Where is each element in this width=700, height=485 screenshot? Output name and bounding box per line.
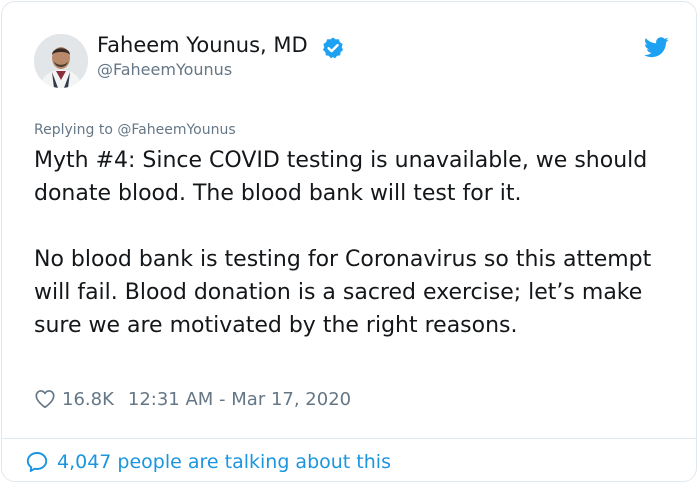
heart-outline-icon[interactable] — [34, 388, 56, 410]
like-count[interactable]: 16.8K — [62, 389, 114, 410]
tweet-meta: 16.8K 12:31 AM - Mar 17, 2020 — [34, 386, 351, 412]
twitter-bird-icon[interactable] — [644, 37, 669, 58]
tweet-card: Faheem Younus, MD @FaheemYounus Replying… — [1, 1, 697, 482]
tweet-paragraph-1: Myth #4: Since COVID testing is unavaila… — [34, 148, 648, 206]
replying-to: Replying to @FaheemYounus — [34, 122, 236, 138]
author-name[interactable]: Faheem Younus, MD — [97, 33, 308, 57]
verified-badge-icon — [323, 37, 343, 59]
conversation-link-label[interactable]: 4,047 people are talking about this — [57, 451, 391, 473]
tweet-text: Myth #4: Since COVID testing is unavaila… — [34, 144, 684, 342]
conversation-link[interactable]: 4,047 people are talking about this — [25, 449, 391, 475]
replying-to-handle[interactable]: @FaheemYounus — [117, 122, 235, 138]
divider — [2, 438, 696, 439]
avatar-image — [34, 34, 88, 88]
tweet-paragraph-2: No blood bank is testing for Coronavirus… — [34, 247, 652, 338]
author-handle[interactable]: @FaheemYounus — [97, 60, 232, 79]
replying-to-prefix: Replying to — [34, 122, 118, 138]
tweet-timestamp[interactable]: 12:31 AM - Mar 17, 2020 — [128, 389, 351, 410]
speech-bubble-icon — [26, 452, 48, 472]
avatar[interactable] — [34, 34, 88, 88]
